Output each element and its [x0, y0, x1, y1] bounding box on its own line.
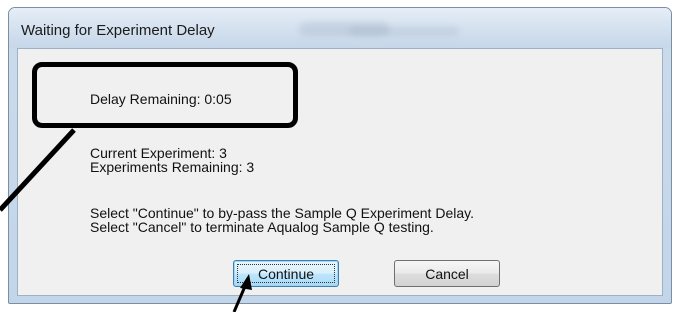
annotation-callout-box — [32, 62, 298, 128]
instruction-cancel-text: Select "Cancel" to terminate Aqualog Sam… — [90, 219, 434, 235]
title-bar-background-blur-2 — [349, 26, 459, 36]
cancel-button-label: Cancel — [425, 265, 469, 282]
cancel-button[interactable]: Cancel — [394, 260, 500, 287]
continue-button[interactable]: Continue — [233, 260, 339, 287]
window-title: Waiting for Experiment Delay — [21, 22, 215, 39]
experiments-remaining-label: Experiments Remaining: 3 — [90, 159, 255, 175]
continue-button-label: Continue — [257, 265, 315, 282]
title-bar[interactable]: Waiting for Experiment Delay — [9, 8, 671, 48]
